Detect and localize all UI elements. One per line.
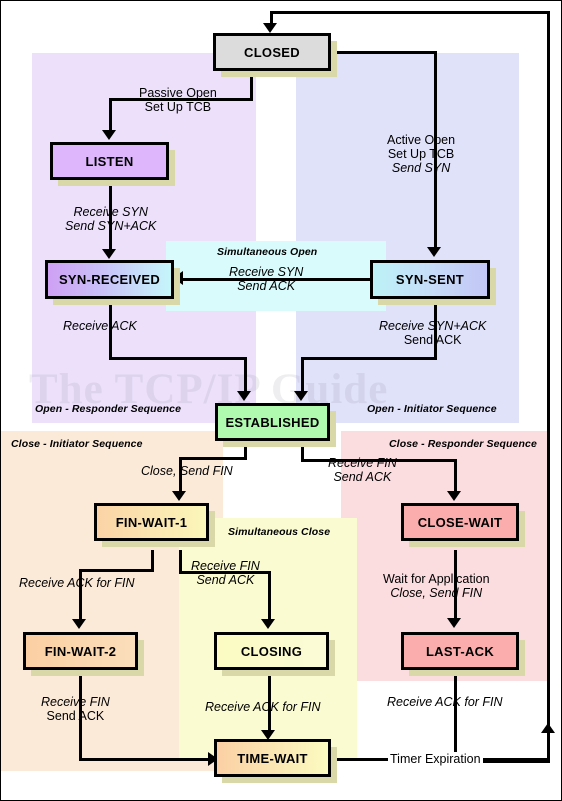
label-closewait-to-lastack-line2: Close, Send FIN xyxy=(390,586,483,600)
line-estab-to-cw-v xyxy=(454,459,457,493)
label-finwait1-to-closing-line2: Send ACK xyxy=(196,573,255,587)
label-established-to-closewait-line2: Send ACK xyxy=(333,470,392,484)
region-label-simultaneous-open: Simultaneous Open xyxy=(217,246,318,258)
label-timewait-to-closed-line1: Timer Expiration xyxy=(390,752,481,766)
label-listen-to-synreceived-line1: Receive SYN xyxy=(73,205,148,219)
label-lastack-to-closed-line1: Receive ACK for FIN xyxy=(387,695,503,709)
state-fin-wait-1-label: FIN-WAIT-1 xyxy=(115,514,188,530)
label-synsent-to-established: Receive SYN+ACK Send ACK xyxy=(379,319,486,347)
label-established-to-closewait: Receive FIN Send ACK xyxy=(328,456,397,484)
arrow-estab-to-fw1 xyxy=(172,491,186,501)
label-timewait-to-closed: Timer Expiration xyxy=(388,752,483,766)
line-estab-to-fw1-h xyxy=(179,457,247,460)
arrow-synsent-to-estab xyxy=(294,391,308,401)
label-synreceived-to-established: Receive ACK xyxy=(63,319,137,333)
state-fin-wait-2[interactable]: FIN-WAIT-2 xyxy=(23,632,138,670)
label-passive-open-line1: Passive Open xyxy=(139,86,217,100)
arrow-fw1-to-closing xyxy=(261,619,275,629)
line-closed-right xyxy=(331,51,437,54)
state-fin-wait-2-label: FIN-WAIT-2 xyxy=(44,643,117,659)
arrow-synrcvd-to-estab xyxy=(237,391,251,401)
label-finwait2-to-timewait: Receive FIN Send ACK xyxy=(41,695,110,723)
label-finwait1-to-finwait2: Receive ACK for FIN xyxy=(19,576,135,590)
label-active-open-line2: Set Up TCB xyxy=(387,147,455,161)
region-label-close-responder: Close - Responder Sequence xyxy=(389,438,537,450)
region-label-close-initiator: Close - Initiator Sequence xyxy=(11,438,143,450)
line-closed-down xyxy=(250,70,253,100)
label-established-to-closewait-line1: Receive FIN xyxy=(328,456,397,470)
state-syn-received-label: SYN-RECEIVED xyxy=(58,272,161,287)
arrow-fw1-to-fw2 xyxy=(72,619,86,629)
arrow-entry-closed xyxy=(263,23,277,33)
label-active-open-line1: Active Open xyxy=(387,133,456,147)
label-synsent-to-established-line2: Send ACK xyxy=(403,333,462,347)
state-closed[interactable]: CLOSED xyxy=(213,33,331,71)
label-listen-to-synreceived-line2: Send SYN+ACK xyxy=(65,219,157,233)
label-finwait2-to-timewait-line2: Send ACK xyxy=(46,709,105,723)
state-closing[interactable]: CLOSING xyxy=(214,632,329,670)
state-syn-sent[interactable]: SYN-SENT xyxy=(370,260,490,299)
state-syn-sent-label: SYN-SENT xyxy=(395,272,465,287)
state-last-ack-label: LAST-ACK xyxy=(425,643,495,659)
label-active-open-line3: Send SYN xyxy=(391,161,451,175)
label-established-to-finwait1: Close, Send FIN xyxy=(141,464,233,478)
line-synsent-to-estab xyxy=(301,357,304,393)
region-label-open-responder: Open - Responder Sequence xyxy=(35,403,182,415)
label-finwait1-to-closing: Receive FIN Send ACK xyxy=(191,559,260,587)
state-time-wait-label: TIME-WAIT xyxy=(237,750,308,766)
state-listen[interactable]: LISTEN xyxy=(50,142,169,180)
label-simultaneous-open: Receive SYN Send ACK xyxy=(229,265,303,293)
label-synreceived-to-established-line1: Receive ACK xyxy=(63,319,137,333)
label-closewait-to-lastack-line1: Wait for Application xyxy=(383,572,490,586)
line-passive-open-v xyxy=(109,98,112,132)
label-active-open: Active Open Set Up TCB Send SYN xyxy=(387,133,455,175)
state-close-wait-label: CLOSE-WAIT xyxy=(417,514,503,530)
label-lastack-to-closed: Receive ACK for FIN xyxy=(387,695,503,709)
region-label-simultaneous-close: Simultaneous Close xyxy=(228,526,331,538)
label-passive-open-line2: Set Up TCB xyxy=(144,100,212,114)
label-finwait2-to-timewait-line1: Receive FIN xyxy=(41,695,110,709)
label-passive-open: Passive Open Set Up TCB xyxy=(139,86,217,114)
line-la-down xyxy=(454,674,457,762)
line-top-return xyxy=(270,11,550,14)
label-closewait-to-lastack: Wait for Application Close, Send FIN xyxy=(383,572,490,600)
arrow-to-listen xyxy=(102,130,116,140)
label-closing-to-timewait: Receive ACK for FIN xyxy=(205,700,321,714)
arrow-right-return xyxy=(541,723,555,733)
state-listen-label: LISTEN xyxy=(85,153,134,169)
state-last-ack[interactable]: LAST-ACK xyxy=(401,632,519,670)
label-simultaneous-open-line2: Send ACK xyxy=(237,279,296,293)
arrow-cw-to-la xyxy=(447,618,461,628)
line-synrcvd-to-estab xyxy=(244,357,247,393)
state-established[interactable]: ESTABLISHED xyxy=(215,403,330,441)
line-synsent-h xyxy=(301,357,437,360)
arrow-simultaneous-open xyxy=(173,271,183,285)
label-simultaneous-open-line1: Receive SYN xyxy=(229,265,304,279)
line-synrcvd-h xyxy=(109,357,247,360)
arrow-listen-to-synrcvd xyxy=(102,249,116,259)
state-established-label: ESTABLISHED xyxy=(225,414,320,430)
tcp-state-transition-diagram: The TCP/IP Guide Open - Responder Sequen… xyxy=(0,0,562,801)
state-syn-received[interactable]: SYN-RECEIVED xyxy=(45,260,174,299)
state-closing-label: CLOSING xyxy=(240,643,303,659)
label-listen-to-synreceived: Receive SYN Send SYN+ACK xyxy=(65,205,156,233)
line-right-return xyxy=(547,11,550,763)
label-finwait1-to-closing-line1: Receive FIN xyxy=(191,559,260,573)
label-established-to-finwait1-line1: Close, Send FIN xyxy=(141,464,233,478)
arrow-to-syn-sent xyxy=(427,247,441,257)
line-fw1-to-fw2-h xyxy=(79,569,154,572)
label-finwait1-to-finwait2-line1: Receive ACK for FIN xyxy=(19,576,135,590)
arrow-estab-to-cw xyxy=(447,491,461,501)
state-fin-wait-1[interactable]: FIN-WAIT-1 xyxy=(94,503,209,541)
label-synsent-to-established-line1: Receive SYN+ACK xyxy=(379,319,487,333)
label-closing-to-timewait-line1: Receive ACK for FIN xyxy=(205,700,321,714)
region-label-open-initiator: Open - Initiator Sequence xyxy=(367,403,497,415)
state-close-wait[interactable]: CLOSE-WAIT xyxy=(401,503,519,541)
state-time-wait[interactable]: TIME-WAIT xyxy=(214,739,331,777)
line-fw2-to-tw xyxy=(79,758,212,761)
state-closed-label: CLOSED xyxy=(244,44,300,60)
line-fw1-to-closing-v xyxy=(268,571,271,621)
